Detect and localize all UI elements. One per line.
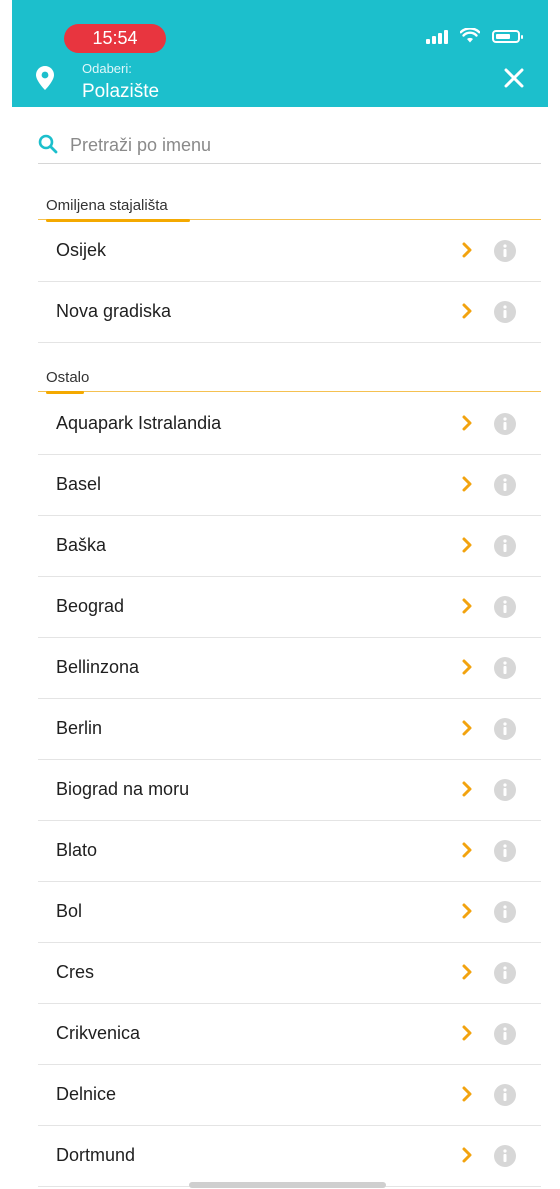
chevron-right-icon[interactable] <box>461 302 473 320</box>
chevron-right-icon[interactable] <box>461 1085 473 1103</box>
info-icon[interactable] <box>493 961 517 985</box>
station-name: Cres <box>56 962 95 982</box>
chevron-right-icon[interactable] <box>461 780 473 798</box>
station-name: Bellinzona <box>56 657 140 677</box>
section-header-favorites: Omiljena stajališta <box>38 196 541 222</box>
station-name: Delnice <box>56 1084 117 1104</box>
list-item[interactable]: Delnice <box>38 1065 541 1126</box>
info-icon[interactable] <box>493 300 517 324</box>
info-icon[interactable] <box>493 1022 517 1046</box>
close-icon[interactable] <box>498 62 530 94</box>
station-name: Beograd <box>56 596 125 616</box>
station-name: Dortmund <box>56 1145 136 1165</box>
section-label: Omiljena stajališta <box>46 197 168 214</box>
station-name: Blato <box>56 840 98 860</box>
chevron-right-icon[interactable] <box>461 719 473 737</box>
list-item[interactable]: Bol <box>38 882 541 943</box>
section-header-others: Ostalo <box>38 368 541 394</box>
station-name: Biograd na moru <box>56 779 190 799</box>
search-bar <box>38 126 541 164</box>
list-item[interactable]: Cres <box>38 943 541 1004</box>
favorites-list: Osijek Nova gradiska <box>38 221 541 343</box>
station-name: Aquapark Istralandia <box>56 413 222 433</box>
info-icon[interactable] <box>493 656 517 680</box>
wifi-icon <box>460 28 480 43</box>
list-item[interactable]: Beograd <box>38 577 541 638</box>
list-item[interactable]: Blato <box>38 821 541 882</box>
signal-icon <box>426 28 448 44</box>
info-icon[interactable] <box>493 839 517 863</box>
station-name: Basel <box>56 474 102 494</box>
info-icon[interactable] <box>493 595 517 619</box>
chevron-right-icon[interactable] <box>461 536 473 554</box>
home-indicator <box>189 1182 386 1188</box>
list-item[interactable]: Dortmund <box>38 1126 541 1187</box>
search-icon <box>38 134 58 154</box>
info-icon[interactable] <box>493 473 517 497</box>
header-subtitle: Odaberi: <box>82 61 132 76</box>
chevron-right-icon[interactable] <box>461 1146 473 1164</box>
list-item[interactable]: Baška <box>38 516 541 577</box>
list-item[interactable]: Berlin <box>38 699 541 760</box>
chevron-right-icon[interactable] <box>461 475 473 493</box>
chevron-right-icon[interactable] <box>461 414 473 432</box>
chevron-right-icon[interactable] <box>461 902 473 920</box>
station-name: Bol <box>56 901 83 921</box>
battery-icon <box>492 29 523 43</box>
station-name: Berlin <box>56 718 103 738</box>
others-list: Aquapark Istralandia Basel Baška Beograd Bel… <box>38 394 541 1187</box>
search-input[interactable] <box>68 130 532 160</box>
station-name: Nova gradiska <box>56 301 172 321</box>
status-time: 15:54 <box>64 24 166 53</box>
chevron-right-icon[interactable] <box>461 963 473 981</box>
section-label: Ostalo <box>46 369 90 386</box>
info-icon[interactable] <box>493 1144 517 1168</box>
station-name: Baška <box>56 535 107 555</box>
info-icon[interactable] <box>493 778 517 802</box>
info-icon[interactable] <box>493 534 517 558</box>
info-icon[interactable] <box>493 1083 517 1107</box>
chevron-right-icon[interactable] <box>461 1024 473 1042</box>
list-item[interactable]: Nova gradiska <box>38 282 541 343</box>
list-item[interactable]: Aquapark Istralandia <box>38 394 541 455</box>
info-icon[interactable] <box>493 717 517 741</box>
info-icon[interactable] <box>493 239 517 263</box>
page-title: Polazište <box>82 81 160 102</box>
info-icon[interactable] <box>493 900 517 924</box>
status-icons <box>426 28 523 44</box>
station-name: Crikvenica <box>56 1023 141 1043</box>
station-name: Osijek <box>56 240 107 260</box>
chevron-right-icon[interactable] <box>461 597 473 615</box>
chevron-right-icon[interactable] <box>461 241 473 259</box>
list-item[interactable]: Crikvenica <box>38 1004 541 1065</box>
info-icon[interactable] <box>493 412 517 436</box>
list-item[interactable]: Osijek <box>38 221 541 282</box>
list-item[interactable]: Bellinzona <box>38 638 541 699</box>
chevron-right-icon[interactable] <box>461 841 473 859</box>
list-item[interactable]: Biograd na moru <box>38 760 541 821</box>
location-pin-icon <box>36 66 54 90</box>
list-item[interactable]: Basel <box>38 455 541 516</box>
app-header: 15:54 Odaberi: Polazište <box>12 0 548 107</box>
chevron-right-icon[interactable] <box>461 658 473 676</box>
